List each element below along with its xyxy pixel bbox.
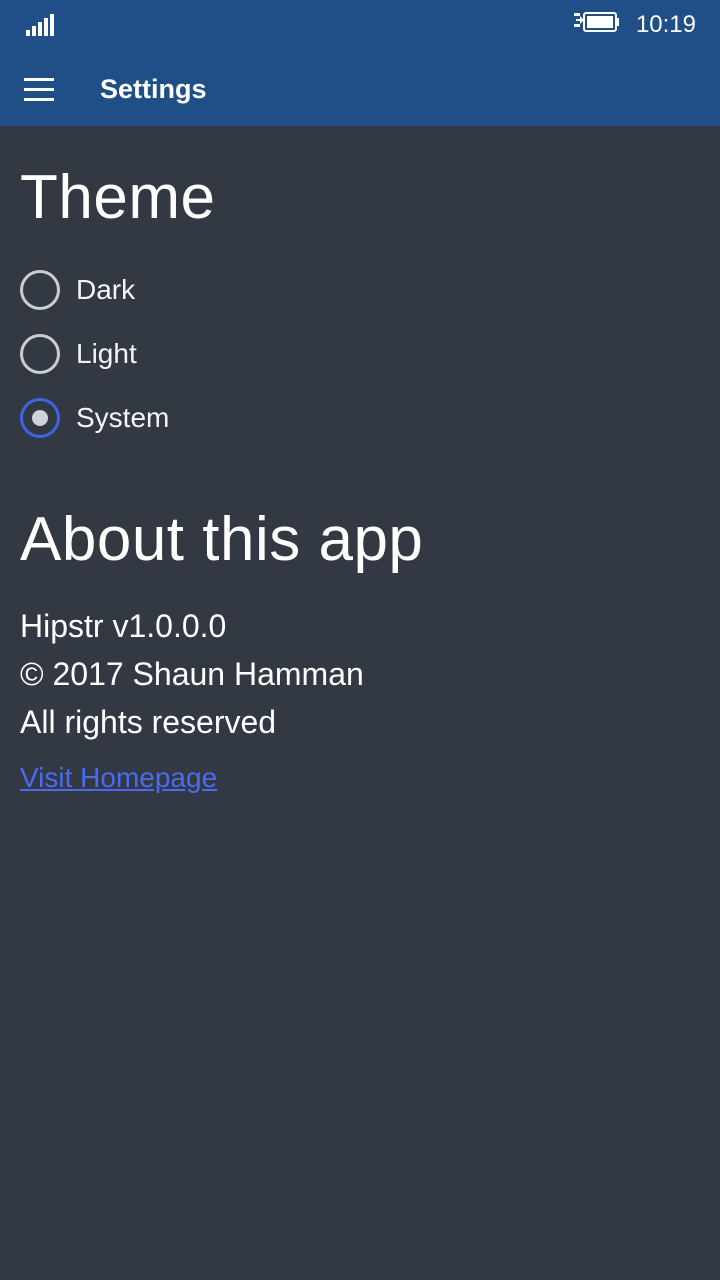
radio-checked-icon[interactable] <box>20 398 60 438</box>
app-bar: Settings <box>0 50 720 126</box>
theme-option-light[interactable]: Light <box>20 332 137 376</box>
app-version: Hipstr v1.0.0.0 <box>20 608 227 644</box>
hamburger-menu-icon[interactable] <box>24 78 56 102</box>
status-clock: 10:19 <box>635 11 696 38</box>
visit-homepage-link[interactable]: Visit Homepage <box>20 758 217 798</box>
rights-text: All rights reserved <box>20 704 277 740</box>
status-bar: 10:19 <box>0 0 720 50</box>
radio-dot <box>32 410 48 426</box>
signal-bars-icon <box>26 14 56 36</box>
radio-label: Dark <box>76 274 136 305</box>
theme-option-system[interactable]: System <box>20 396 169 440</box>
battery-charging-icon <box>574 12 619 32</box>
copyright-text: © 2017 Shaun Hamman <box>20 656 364 692</box>
radio-label: System <box>76 402 170 433</box>
theme-section-title: Theme <box>20 163 216 232</box>
about-section-title: About this app <box>20 505 424 574</box>
theme-option-dark[interactable]: Dark <box>20 268 135 312</box>
radio-unchecked-icon[interactable] <box>20 270 60 310</box>
radio-label: Light <box>76 338 137 369</box>
radio-unchecked-icon[interactable] <box>20 334 60 374</box>
page-title: Settings <box>100 74 207 104</box>
